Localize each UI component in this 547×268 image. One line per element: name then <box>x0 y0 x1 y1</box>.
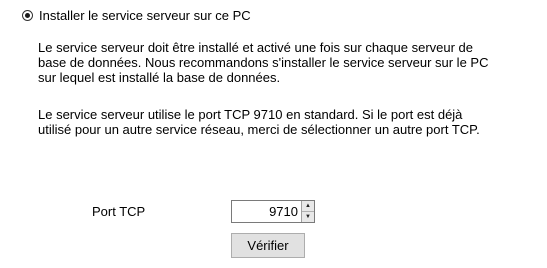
install-server-option-label: Installer le service serveur sur ce PC <box>39 8 251 23</box>
description-line: Le service serveur doit être installé et… <box>38 40 474 55</box>
port-tcp-label: Port TCP <box>92 204 146 219</box>
radio-button[interactable] <box>22 10 33 21</box>
description-paragraph-1: Le service serveur doit être installé et… <box>38 40 538 85</box>
description-paragraph-2: Le service serveur utilise le port TCP 9… <box>38 107 538 137</box>
radio-selected-dot <box>25 13 30 18</box>
description-line: Le service serveur utilise le port TCP 9… <box>38 107 463 122</box>
description-line: utilisé pour un autre service réseau, me… <box>38 122 480 137</box>
install-server-option[interactable]: Installer le service serveur sur ce PC <box>22 8 251 23</box>
spin-up-arrow-icon[interactable]: ▲ <box>302 201 314 211</box>
spin-down-arrow-icon[interactable]: ▼ <box>302 211 314 222</box>
verify-button[interactable]: Vérifier <box>231 233 305 258</box>
description-line: base de données. Nous recommandons s'ins… <box>38 55 489 70</box>
port-tcp-stepper[interactable]: 9710 ▲ ▼ <box>231 200 315 223</box>
description-line: sur lequel est installé la base de donné… <box>38 70 281 85</box>
stepper-buttons: ▲ ▼ <box>301 201 314 222</box>
port-tcp-value[interactable]: 9710 <box>232 201 301 222</box>
